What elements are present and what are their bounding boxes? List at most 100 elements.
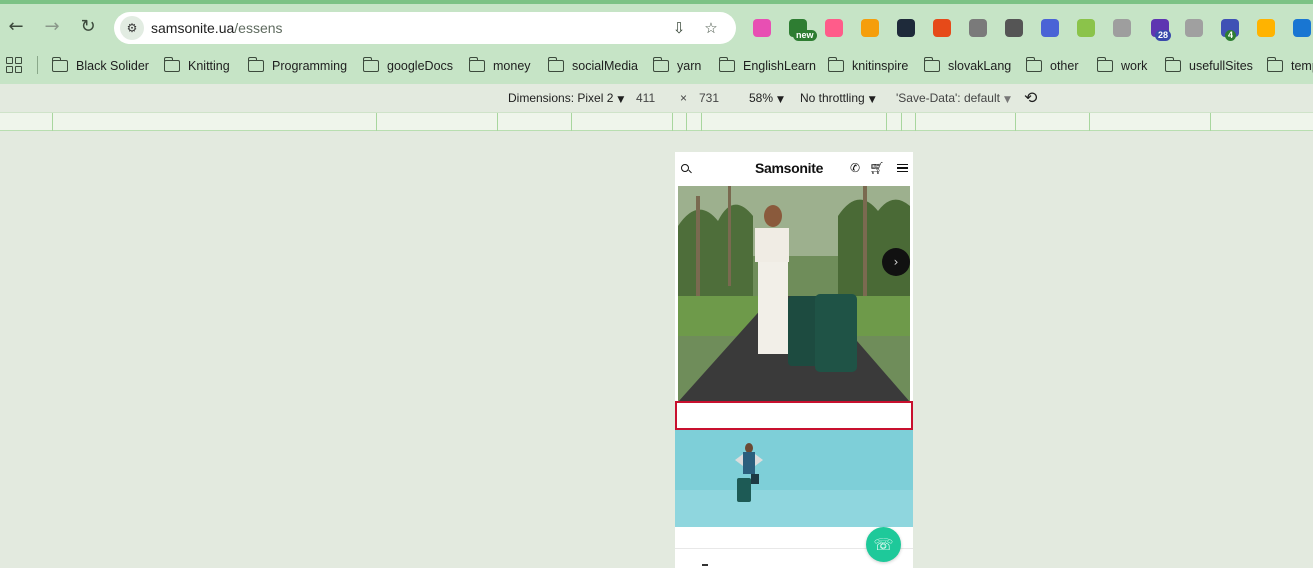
ruler-tick	[1089, 113, 1090, 131]
bookmark-label: slovakLang	[948, 59, 1012, 73]
bookmark-folder[interactable]: yarn	[652, 56, 702, 76]
zoom-select[interactable]: 58% ▼	[749, 91, 784, 105]
hero-banner-image[interactable]: ›	[678, 186, 910, 402]
chevron-down-icon: ▼	[1003, 95, 1011, 105]
chevron-down-icon: ▼	[617, 95, 625, 105]
phone-icon[interactable]: ✆	[848, 161, 862, 175]
palette-extension-icon[interactable]	[1077, 19, 1095, 37]
url-path: /essens	[234, 20, 283, 36]
folder-icon	[1096, 57, 1113, 72]
times-sign: ×	[680, 91, 688, 105]
folder-icon	[547, 57, 564, 72]
grid-extension-icon[interactable]	[1185, 19, 1203, 37]
bookmark-folder[interactable]: usefullSites	[1164, 56, 1253, 76]
chat-support-button[interactable]: ☏	[866, 527, 901, 562]
folder-icon	[1025, 57, 1042, 72]
bookmark-folder[interactable]: socialMedia	[547, 56, 638, 76]
browser-toolbar: ← → ↻ ⚙ samsonite.ua/essens ⇩ ☆ new 28 4	[0, 4, 1313, 48]
compass-icon[interactable]	[1113, 19, 1131, 37]
bookmark-folder[interactable]: slovakLang	[923, 56, 1012, 76]
bookmark-star-icon[interactable]: ☆	[700, 17, 722, 39]
people-extension-icon[interactable]	[933, 19, 951, 37]
width-input[interactable]: 411	[636, 91, 655, 105]
site-header: Samsonite ✆ 🛒︎	[675, 152, 913, 185]
bookmark-folder[interactable]: Knitting	[163, 56, 230, 76]
zoom-label: 58%	[749, 91, 774, 105]
folder-icon	[51, 57, 68, 72]
reload-icon[interactable]: ↻	[74, 12, 102, 40]
bookmark-folder[interactable]: work	[1096, 56, 1147, 76]
forward-arrow-icon[interactable]: →	[38, 12, 66, 40]
extension-badge: new	[793, 30, 817, 41]
camera-icon[interactable]	[969, 19, 987, 37]
bookmark-folder[interactable]: EnglishLearn	[718, 56, 816, 76]
bookmarks-bar: Black Solider Knitting Programming googleDo…	[0, 48, 1313, 84]
ruler-tick	[571, 113, 572, 131]
content-marker	[702, 564, 708, 566]
bookmark-label: other	[1050, 59, 1079, 73]
ruler-tick	[915, 113, 916, 131]
bookmark-folder[interactable]: Programming	[247, 56, 347, 76]
hamburger-menu-icon[interactable]	[897, 164, 908, 172]
gradient-extension-icon[interactable]	[753, 19, 771, 37]
promo-banner-image[interactable]	[675, 430, 913, 527]
url-text[interactable]: samsonite.ua/essens	[151, 20, 283, 36]
bookmark-folder[interactable]: temp	[1266, 56, 1313, 76]
bookmark-folder[interactable]: googleDocs	[362, 56, 453, 76]
folder-icon	[1266, 57, 1283, 72]
search-icon[interactable]	[681, 164, 689, 172]
bookmark-label: money	[493, 59, 531, 73]
url-host: samsonite.ua	[151, 20, 235, 36]
bookmark-folder[interactable]: money	[468, 56, 531, 76]
color-wheel-icon[interactable]	[825, 19, 843, 37]
address-bar[interactable]: ⚙ samsonite.ua/essens ⇩ ☆	[114, 12, 736, 44]
ruler-tick	[701, 113, 702, 131]
site-settings-icon[interactable]: ⚙	[120, 16, 144, 40]
folder-icon	[652, 57, 669, 72]
device-viewport: Samsonite ✆ 🛒︎ ›	[675, 152, 913, 568]
throttling-select[interactable]: No throttling ▼	[800, 91, 876, 105]
bookmark-folder[interactable]: Black Solider	[51, 56, 149, 76]
ring-extension-icon[interactable]	[1257, 19, 1275, 37]
promo-photo-illustration	[675, 430, 913, 527]
save-data-select[interactable]: 'Save-Data': default ▼	[896, 91, 1011, 105]
rotate-icon[interactable]: ⟲	[1024, 88, 1037, 107]
react-devtools-icon[interactable]	[897, 19, 915, 37]
device-toolbar: Dimensions: Pixel 2 ▼ 411 × 731 58% ▼ No t…	[0, 84, 1313, 112]
folder-icon	[362, 57, 379, 72]
ruler-tick	[672, 113, 673, 131]
ruler-tick	[497, 113, 498, 131]
install-app-icon[interactable]: ⇩	[668, 17, 690, 39]
bookmark-label: Black Solider	[76, 59, 149, 73]
extension-badge: 4	[1225, 30, 1237, 41]
bookmark-label: knitinspire	[852, 59, 909, 73]
media-query-ruler	[0, 112, 1313, 131]
orange-extension-icon[interactable]	[861, 19, 879, 37]
apps-grid-icon[interactable]	[6, 57, 22, 73]
bookmark-folder[interactable]: other	[1025, 56, 1079, 76]
bookmark-label: yarn	[677, 59, 702, 73]
folder-icon	[247, 57, 264, 72]
folder-icon	[1164, 57, 1181, 72]
folder-icon	[163, 57, 180, 72]
chevron-down-icon: ▼	[777, 95, 784, 105]
bookmark-folder[interactable]: knitinspire	[827, 56, 909, 76]
bookmarks-separator	[37, 56, 38, 74]
ruler-tick	[1015, 113, 1016, 131]
highlighted-empty-block	[675, 401, 913, 430]
device-select[interactable]: Dimensions: Pixel 2 ▼	[508, 91, 624, 105]
bookmark-label: EnglishLearn	[743, 59, 816, 73]
numbered-extension-icon[interactable]	[1041, 19, 1059, 37]
tag-extension-icon[interactable]	[1293, 19, 1311, 37]
height-input[interactable]: 731	[699, 91, 719, 105]
carousel-next-button[interactable]: ›	[882, 248, 910, 276]
site-logo[interactable]: Samsonite	[755, 160, 823, 176]
check-circle-icon[interactable]	[1005, 19, 1023, 37]
cart-icon[interactable]: 🛒︎	[869, 161, 884, 175]
save-data-label: 'Save-Data': default	[896, 91, 1000, 105]
ruler-tick	[686, 113, 687, 131]
folder-icon	[718, 57, 735, 72]
ruler-tick	[1210, 113, 1211, 131]
hero-photo-illustration	[678, 186, 910, 402]
back-arrow-icon[interactable]: ←	[2, 12, 30, 40]
